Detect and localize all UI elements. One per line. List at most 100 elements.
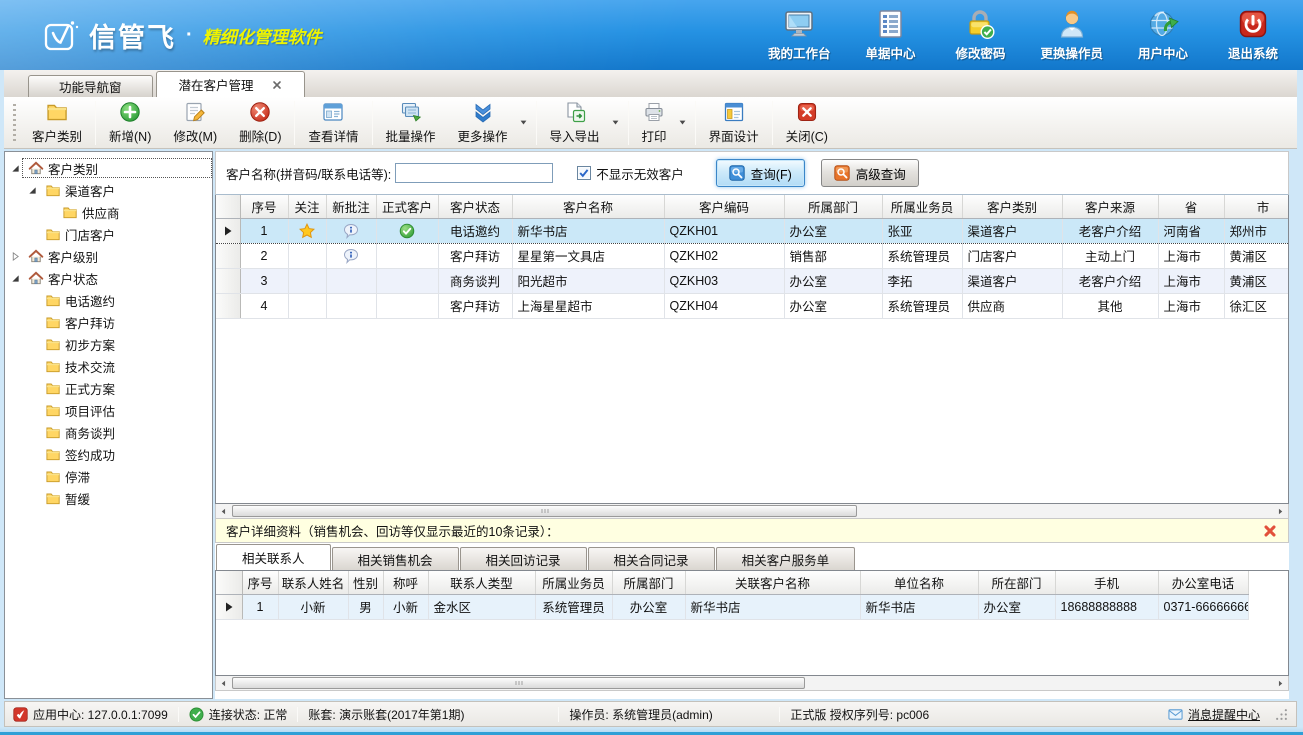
header-action-switch-operator[interactable]: 更换操作员 <box>1040 8 1103 62</box>
grid-cell[interactable]: 星星第一文具店 <box>512 243 664 268</box>
grid-cell[interactable]: 1 <box>240 218 288 243</box>
column-header[interactable]: 所属业务员 <box>535 571 612 594</box>
customer-name-input[interactable] <box>395 163 553 183</box>
grid-cell[interactable]: 河南省 <box>1158 218 1224 243</box>
grid-cell[interactable] <box>288 218 326 243</box>
detail-tab-related-contacts[interactable]: 相关联系人 <box>216 544 331 570</box>
column-header[interactable]: 新批注 <box>326 195 376 218</box>
grid-cell[interactable]: 系统管理员 <box>882 243 962 268</box>
grid-cell[interactable]: 李拓 <box>882 268 962 293</box>
toolbar-dropdown-import-export[interactable] <box>611 100 626 146</box>
tree-expander[interactable] <box>26 184 39 197</box>
grid-cell[interactable]: 上海市 <box>1158 243 1224 268</box>
toolbar-button-ui-design[interactable]: 界面设计 <box>698 100 770 146</box>
customer-grid-hscrollbar[interactable] <box>215 504 1289 519</box>
toolbar-button-face[interactable]: 界面设计 <box>698 100 770 146</box>
toolbar-button-modify[interactable]: 修改(M) <box>162 100 228 146</box>
grid-cell[interactable]: 2 <box>240 243 288 268</box>
grid-cell[interactable]: 上海市 <box>1158 293 1224 318</box>
grid-cell[interactable]: 上海市 <box>1158 268 1224 293</box>
toolbar-button-face[interactable]: 修改(M) <box>162 100 228 146</box>
tree-node-store-customer[interactable]: 门店客户 <box>5 223 212 245</box>
header-action-user-center[interactable]: 用户中心 <box>1133 8 1193 62</box>
column-header[interactable]: 序号 <box>242 571 278 594</box>
grid-cell[interactable]: 客户拜访 <box>438 293 512 318</box>
column-header[interactable]: 客户来源 <box>1062 195 1158 218</box>
column-header[interactable]: 所属业务员 <box>882 195 962 218</box>
header-action-exit-system[interactable]: 退出系统 <box>1223 8 1283 62</box>
scroll-track[interactable] <box>231 676 1273 690</box>
message-center-link[interactable]: 消息提醒中心 <box>1188 706 1260 723</box>
toolbar-button-face[interactable]: 打印 <box>631 100 678 146</box>
tree-node-formal-plan[interactable]: 正式方案 <box>5 377 212 399</box>
column-header[interactable]: 联系人类型 <box>428 571 535 594</box>
tree-node-customer-visit[interactable]: 客户拜访 <box>5 311 212 333</box>
tab-close-icon[interactable] <box>272 80 282 90</box>
tree-node-postponed[interactable]: 暂缓 <box>5 487 212 509</box>
contact-grid-hscrollbar[interactable] <box>215 676 1289 691</box>
scroll-right-button[interactable] <box>1273 504 1288 518</box>
row-selector[interactable] <box>216 293 240 318</box>
grid-cell[interactable]: 系统管理员 <box>535 594 612 619</box>
toolbar-dropdown-more-operations[interactable] <box>519 100 534 146</box>
toolbar-button-customer-category[interactable]: 客户类别 <box>21 100 93 146</box>
grid-cell[interactable] <box>376 218 438 243</box>
grid-cell[interactable]: 老客户介绍 <box>1062 218 1158 243</box>
grid-cell[interactable]: 金水区 <box>428 594 535 619</box>
tree-node-stalled[interactable]: 停滞 <box>5 465 212 487</box>
grid-cell[interactable]: 商务谈判 <box>438 268 512 293</box>
detail-tab-related-visit-records[interactable]: 相关回访记录 <box>460 547 587 570</box>
resize-grip-icon[interactable] <box>1275 708 1288 721</box>
grid-cell[interactable]: 上海星星超市 <box>512 293 664 318</box>
column-header[interactable]: 所属部门 <box>612 571 685 594</box>
header-action-change-password[interactable]: 修改密码 <box>950 8 1010 62</box>
column-header[interactable]: 正式客户 <box>376 195 438 218</box>
grid-cell[interactable]: QZKH02 <box>664 243 784 268</box>
grid-cell[interactable] <box>326 268 376 293</box>
query-button[interactable]: 查询(F) <box>716 159 805 187</box>
grid-cell[interactable]: 渠道客户 <box>962 268 1062 293</box>
scroll-track[interactable] <box>231 504 1273 518</box>
grid-cell[interactable]: 渠道客户 <box>962 218 1062 243</box>
grid-cell[interactable]: 阳光超市 <box>512 268 664 293</box>
grid-cell[interactable]: 电话邀约 <box>438 218 512 243</box>
grid-cell[interactable]: 小新 <box>278 594 348 619</box>
column-header[interactable]: 性别 <box>348 571 383 594</box>
tree-node-initial-plan[interactable]: 初步方案 <box>5 333 212 355</box>
grid-cell[interactable] <box>376 268 438 293</box>
toolbar-button-face[interactable]: 更多操作 <box>447 100 519 146</box>
grid-cell[interactable]: 办公室 <box>612 594 685 619</box>
grid-cell[interactable] <box>376 243 438 268</box>
grid-cell[interactable]: 系统管理员 <box>882 293 962 318</box>
tree-node-technical-exchange[interactable]: 技术交流 <box>5 355 212 377</box>
tree-expander[interactable] <box>9 162 22 175</box>
tree-node-customer-status[interactable]: 客户状态 <box>5 267 212 289</box>
grid-cell[interactable]: 新华书店 <box>685 594 860 619</box>
tab-function-navigator[interactable]: 功能导航窗 <box>28 75 153 97</box>
toolbar-button-import-export[interactable]: 导入导出 <box>539 100 626 146</box>
column-header[interactable]: 所属部门 <box>784 195 882 218</box>
toolbar-dropdown-print[interactable] <box>678 100 693 146</box>
tree-node-channel-customer[interactable]: 渠道客户 <box>5 179 212 201</box>
toolbar-button-delete[interactable]: 删除(D) <box>228 100 292 146</box>
grid-cell[interactable]: 4 <box>240 293 288 318</box>
table-row[interactable]: 2客户拜访星星第一文具店QZKH02销售部系统管理员门店客户主动上门上海市黄浦区 <box>216 243 1289 268</box>
grid-cell[interactable]: QZKH01 <box>664 218 784 243</box>
scroll-left-button[interactable] <box>216 676 231 690</box>
grid-cell[interactable]: 新华书店 <box>512 218 664 243</box>
grid-cell[interactable]: 黄浦区 <box>1224 243 1289 268</box>
header-action-document-center[interactable]: 单据中心 <box>860 8 920 62</box>
column-header[interactable]: 关注 <box>288 195 326 218</box>
detail-panel-close-button[interactable] <box>1262 523 1278 539</box>
grid-cell[interactable]: 办公室 <box>784 268 882 293</box>
grid-cell[interactable]: 小新 <box>383 594 428 619</box>
grid-cell[interactable] <box>288 293 326 318</box>
toolbar-button-more-operations[interactable]: 更多操作 <box>447 100 534 146</box>
column-header[interactable]: 单位名称 <box>860 571 978 594</box>
column-header[interactable]: 手机 <box>1055 571 1158 594</box>
grid-cell[interactable]: QZKH03 <box>664 268 784 293</box>
column-header[interactable]: 序号 <box>240 195 288 218</box>
grid-cell[interactable] <box>326 218 376 243</box>
column-header[interactable]: 客户名称 <box>512 195 664 218</box>
column-header[interactable]: 客户状态 <box>438 195 512 218</box>
